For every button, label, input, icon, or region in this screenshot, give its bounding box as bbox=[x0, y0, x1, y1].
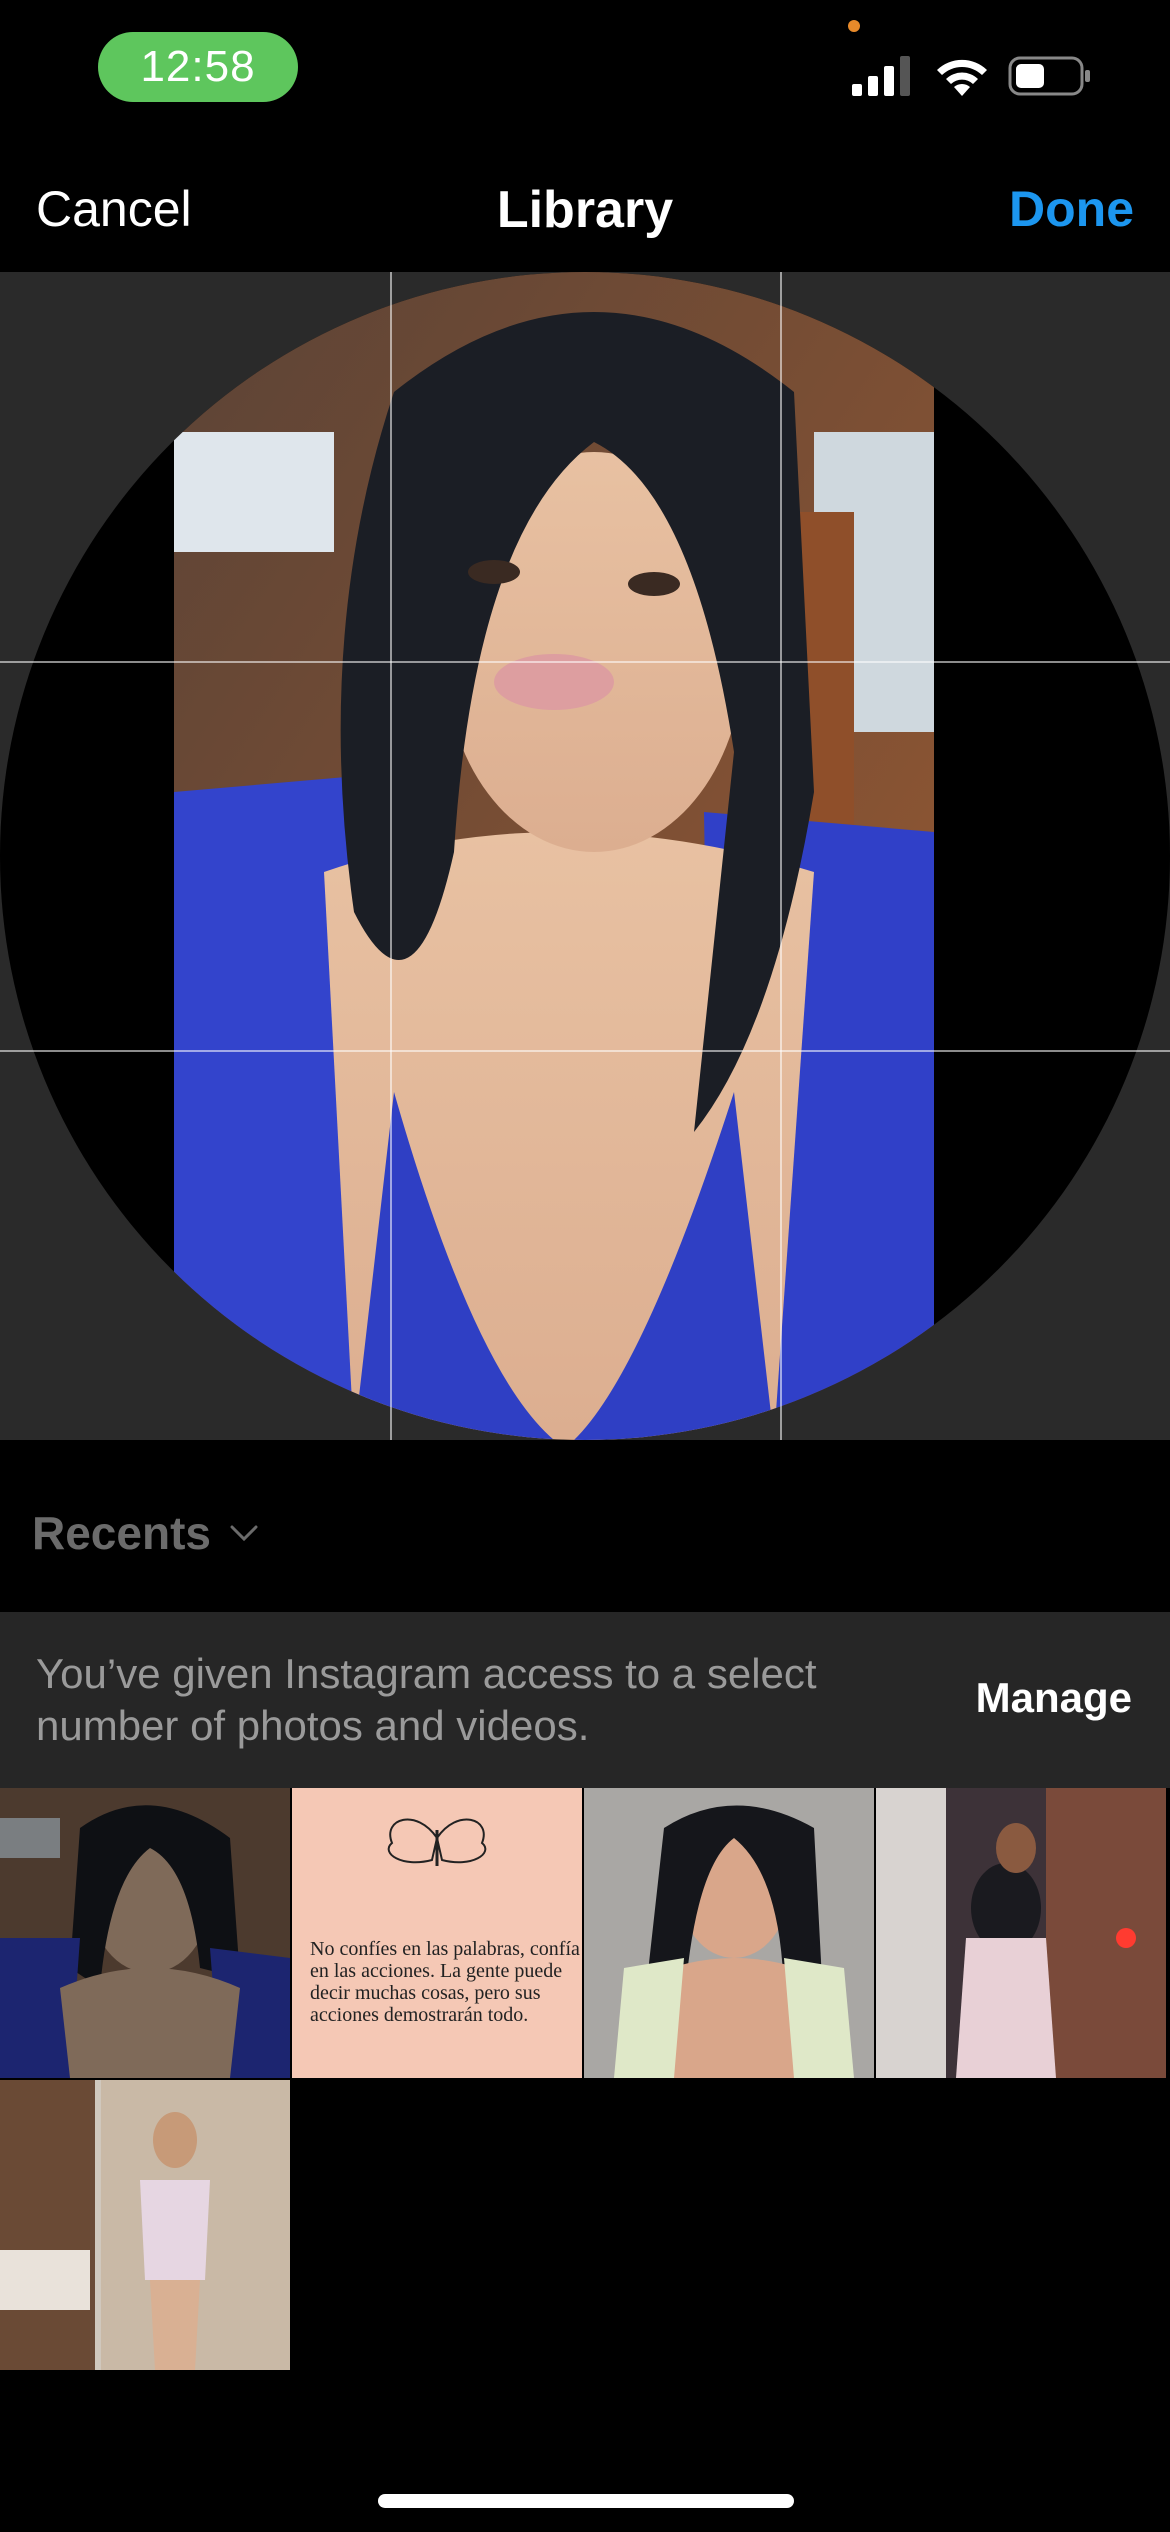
status-time: 12:58 bbox=[98, 32, 298, 102]
chevron-down-icon bbox=[230, 1525, 258, 1542]
album-selector[interactable]: Recents bbox=[32, 1506, 259, 1560]
photo-thumbnail[interactable]: No confíes en las palabras, confía en la… bbox=[292, 1788, 582, 2078]
status-bar: 12:58 bbox=[0, 0, 1170, 140]
home-indicator[interactable] bbox=[378, 2494, 794, 2508]
quote-text: No confíes en las palabras, confía en la… bbox=[310, 1938, 580, 2026]
photo-thumbnail[interactable] bbox=[584, 1788, 874, 2078]
crop-grid-line bbox=[0, 661, 1170, 663]
page-title: Library bbox=[496, 181, 674, 239]
signal-icon bbox=[852, 56, 910, 96]
album-label: Recents bbox=[32, 1507, 211, 1559]
photo-thumbnail[interactable] bbox=[0, 1788, 290, 2078]
selected-photo[interactable] bbox=[174, 272, 934, 1440]
crop-grid-line bbox=[390, 272, 392, 1440]
done-button[interactable]: Done bbox=[1009, 180, 1134, 238]
album-selector-row: Recents bbox=[0, 1440, 1170, 1612]
crop-grid-line bbox=[0, 1050, 1170, 1052]
photo-thumbnail[interactable] bbox=[0, 2080, 290, 2370]
manage-button[interactable]: Manage bbox=[976, 1674, 1132, 1722]
crop-grid-line bbox=[780, 272, 782, 1440]
wifi-icon bbox=[937, 59, 987, 96]
photo-thumbnail[interactable] bbox=[876, 1788, 1166, 2078]
limited-access-banner: You’ve given Instagram access to a selec… bbox=[0, 1612, 1170, 1788]
privacy-indicator-dot bbox=[848, 20, 860, 32]
access-message: You’ve given Instagram access to a selec… bbox=[36, 1650, 817, 1749]
crop-preview[interactable] bbox=[0, 272, 1170, 1440]
nav-bar: Cancel Library Done bbox=[0, 140, 1170, 272]
battery-icon bbox=[1008, 56, 1090, 96]
